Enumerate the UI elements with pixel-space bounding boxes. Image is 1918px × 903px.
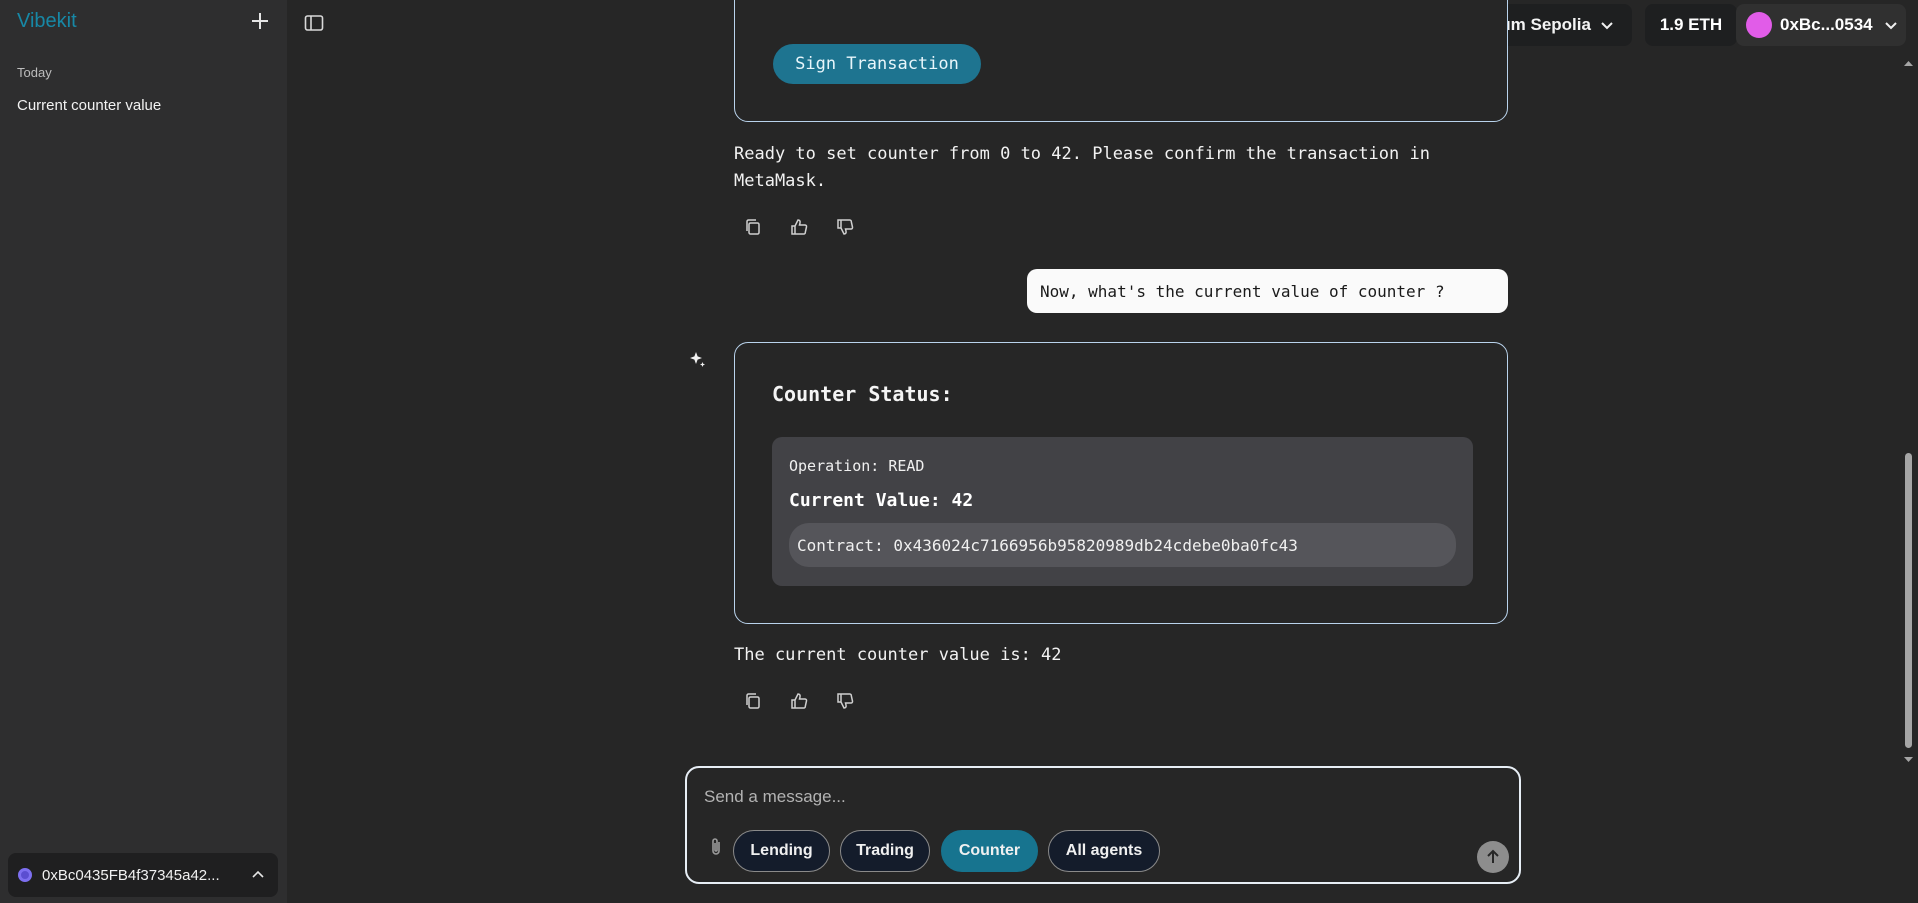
chip-lending[interactable]: Lending (733, 830, 830, 872)
scroll-down-icon[interactable] (1903, 754, 1914, 765)
sidebar: Vibekit Today Current counter value 0xBc… (0, 0, 287, 903)
contract-address: Contract: 0x436024c7166956b95820989db24c… (789, 523, 1456, 567)
current-value: Current Value: 42 (789, 490, 974, 511)
card-title: Counter Status: (772, 382, 953, 406)
message-line: Ready to set counter from 0 to 42. Pleas… (734, 144, 1430, 164)
send-button[interactable] (1477, 841, 1509, 873)
counter-status-card: Counter Status: Operation: READ Current … (734, 342, 1508, 624)
brand-logo[interactable]: Vibekit (17, 10, 77, 33)
sidebar-toggle-icon[interactable] (303, 12, 325, 34)
arrow-up-icon (1487, 849, 1499, 863)
plus-icon[interactable] (248, 9, 272, 33)
operation-label: Operation: READ (789, 457, 925, 475)
sparkle-icon (690, 352, 705, 367)
sign-transaction-button[interactable]: Sign Transaction (773, 44, 981, 84)
thumbs-up-icon[interactable] (788, 690, 810, 712)
chip-all-agents[interactable]: All agents (1048, 830, 1160, 872)
thumbs-down-icon[interactable] (834, 216, 856, 238)
scroll-thumb[interactable] (1905, 453, 1912, 748)
history-item[interactable]: Current counter value (17, 97, 161, 114)
message-input[interactable] (704, 783, 1484, 811)
wallet-footer[interactable]: 0xBc0435FB4f37345a42... (8, 853, 278, 897)
wallet-address: 0xBc0435FB4f37345a42... (42, 866, 220, 884)
paperclip-icon[interactable] (706, 836, 726, 858)
account-button[interactable]: 0xBc...0534 (1736, 4, 1906, 46)
thumbs-up-icon[interactable] (788, 216, 810, 238)
chevron-down-icon (1601, 22, 1613, 30)
assistant-message: Ready to set counter from 0 to 42. Pleas… (734, 141, 1430, 195)
chip-trading[interactable]: Trading (840, 830, 930, 872)
wallet-icon (18, 868, 32, 882)
copy-icon[interactable] (742, 690, 764, 712)
section-label-today: Today (17, 65, 52, 80)
copy-icon[interactable] (742, 216, 764, 238)
message-composer: Lending Trading Counter All agents (685, 766, 1521, 884)
transaction-card: Sign Transaction (734, 0, 1508, 122)
avatar (1746, 12, 1772, 38)
account-address: 0xBc...0534 (1780, 15, 1873, 34)
message-actions (742, 216, 856, 238)
chevron-down-icon (1884, 22, 1897, 30)
chevron-up-icon (252, 870, 264, 878)
balance-display[interactable]: 1.9 ETH (1645, 4, 1737, 46)
user-message: Now, what's the current value of counter… (1027, 269, 1508, 313)
message-actions (742, 690, 856, 712)
scrollbar[interactable] (1903, 55, 1914, 765)
chip-counter[interactable]: Counter (941, 830, 1038, 872)
thumbs-down-icon[interactable] (834, 690, 856, 712)
scroll-up-icon[interactable] (1903, 58, 1914, 69)
status-details: Operation: READ Current Value: 42 Contra… (772, 437, 1473, 586)
assistant-answer: The current counter value is: 42 (734, 645, 1062, 665)
message-line: MetaMask. (734, 171, 827, 191)
